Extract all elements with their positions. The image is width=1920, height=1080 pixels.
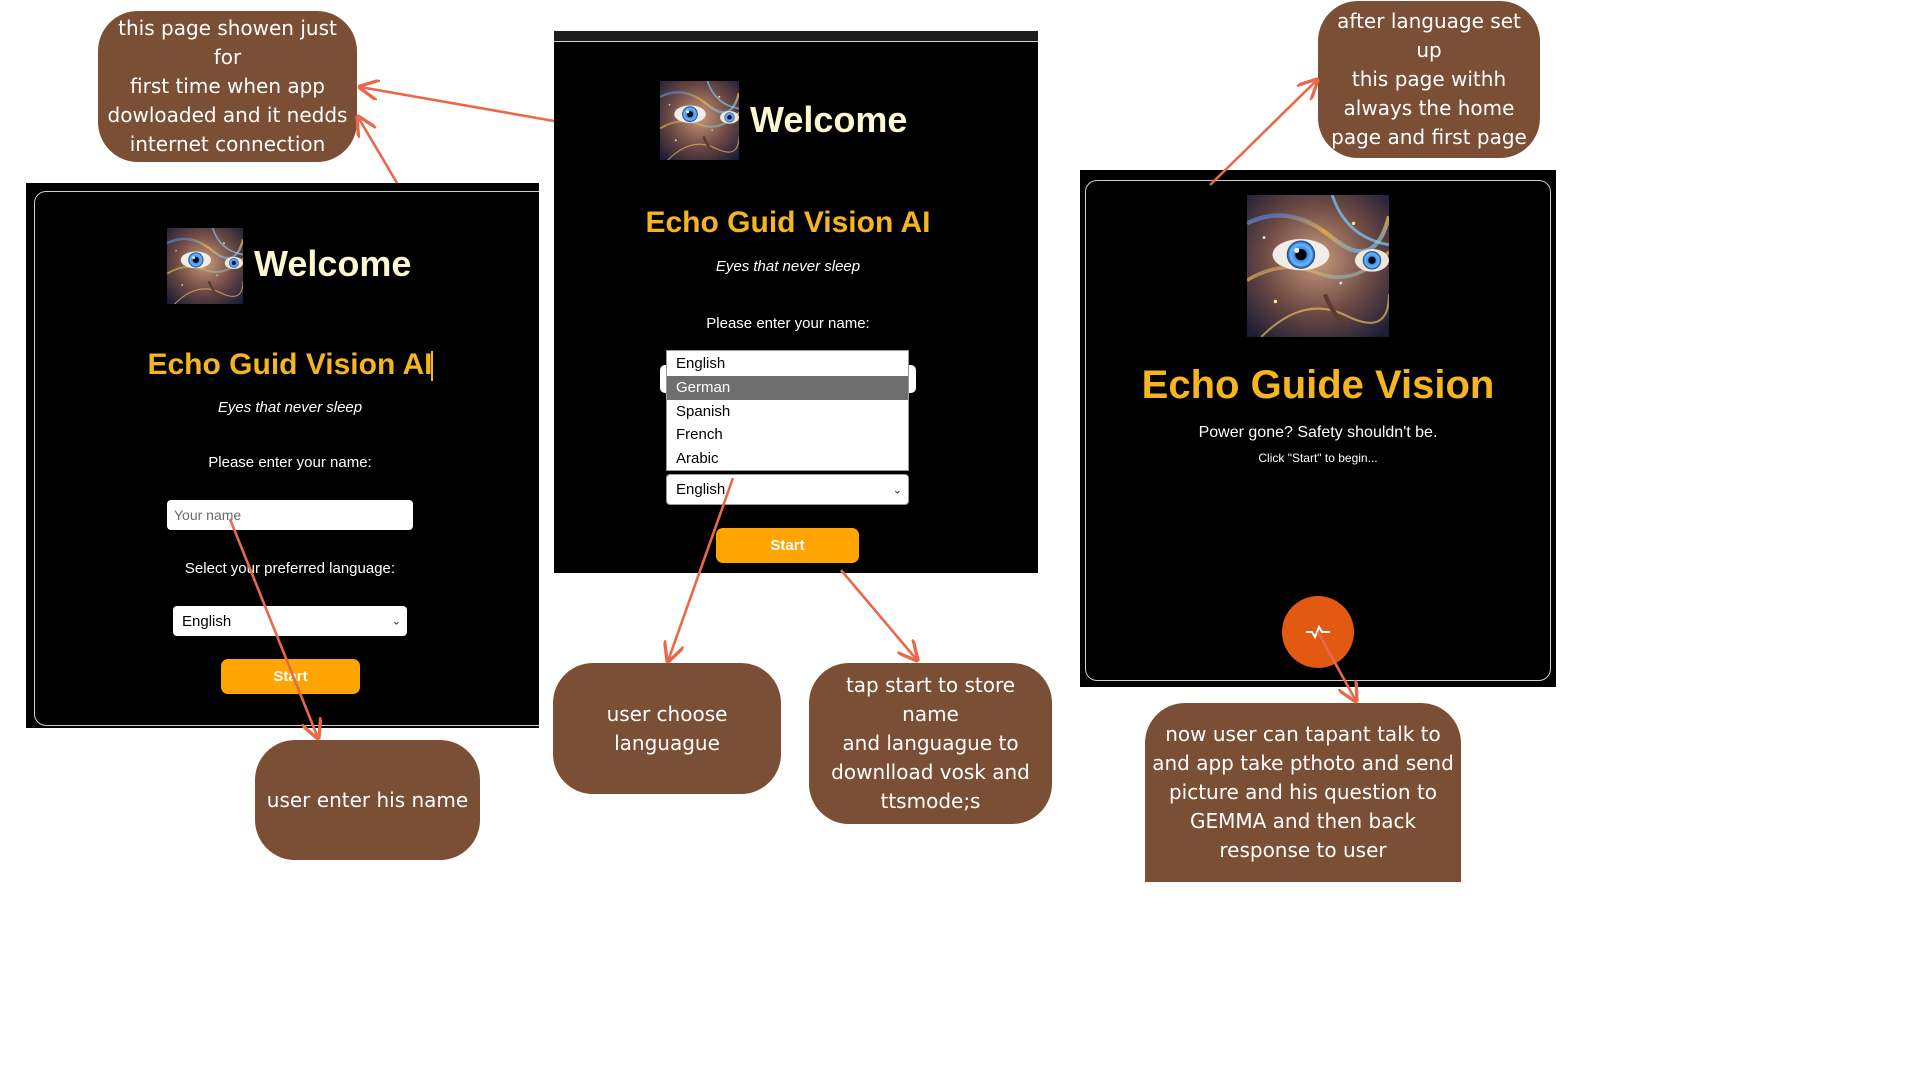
eye-logo <box>1247 195 1389 337</box>
eye-logo <box>167 228 243 304</box>
top-bar <box>554 31 1038 42</box>
tagline: Eyes that never sleep <box>217 399 363 416</box>
app-title: Echo Guide Vision <box>1141 363 1495 407</box>
text-cursor <box>431 351 433 381</box>
eye-logo <box>660 81 739 160</box>
arrow-start-button <box>840 569 917 660</box>
screen-setup-empty: Welcome Echo Guid Vision AI Eyes that ne… <box>26 183 539 728</box>
screen-setup-language: Welcome Echo Guid Vision AI Eyes that ne… <box>554 31 1038 573</box>
note-home-page: after language set up this page withh al… <box>1318 1 1540 158</box>
name-prompt: Please enter your name: <box>208 454 372 471</box>
pulse-icon <box>1306 624 1330 640</box>
name-input[interactable]: Your name <box>167 500 413 530</box>
arrow-middle-to-note <box>360 87 555 123</box>
language-select[interactable]: English ⌄ <box>666 474 909 505</box>
home-subtitle: Power gone? Safety shouldn't be. <box>1198 424 1438 441</box>
note-choose-language: user choose languague <box>553 663 781 794</box>
language-select-value: English <box>182 612 232 630</box>
arrow-left-to-note <box>358 117 399 184</box>
talk-button[interactable] <box>1282 596 1354 668</box>
language-option[interactable]: English <box>667 352 908 376</box>
app-title: Echo Guid Vision AI <box>645 206 931 239</box>
screen-home: Echo Guide Vision Power gone? Safety sho… <box>1080 170 1556 687</box>
language-select[interactable]: English ⌄ <box>173 606 407 636</box>
tagline: Eyes that never sleep <box>715 258 861 275</box>
language-option[interactable]: Arabic <box>667 447 908 471</box>
start-button[interactable]: Start <box>716 528 859 563</box>
language-select-value: English <box>676 481 726 498</box>
language-dropdown-list[interactable]: English German Spanish French Arabic <box>666 350 909 471</box>
home-hint: Click "Start" to begin... <box>1258 451 1378 465</box>
app-title: Echo Guid Vision AI <box>147 348 433 381</box>
note-first-time-page: this page showen just for first time whe… <box>98 11 357 162</box>
start-button[interactable]: Start <box>221 659 360 694</box>
welcome-heading: Welcome <box>254 243 412 284</box>
note-tap-start: tap start to store name and languague to… <box>809 663 1052 824</box>
name-prompt: Please enter your name: <box>706 315 870 332</box>
language-option[interactable]: French <box>667 423 908 447</box>
note-talk-flow: now user can tapant talk to and app take… <box>1145 703 1461 882</box>
welcome-heading: Welcome <box>750 99 908 140</box>
chevron-down-icon: ⌄ <box>892 484 902 496</box>
chevron-down-icon: ⌄ <box>391 615 401 628</box>
note-enter-name: user enter his name <box>255 740 480 860</box>
language-prompt: Select your preferred language: <box>184 560 396 577</box>
language-option-highlighted[interactable]: German <box>667 375 908 400</box>
language-option[interactable]: Spanish <box>667 400 908 424</box>
